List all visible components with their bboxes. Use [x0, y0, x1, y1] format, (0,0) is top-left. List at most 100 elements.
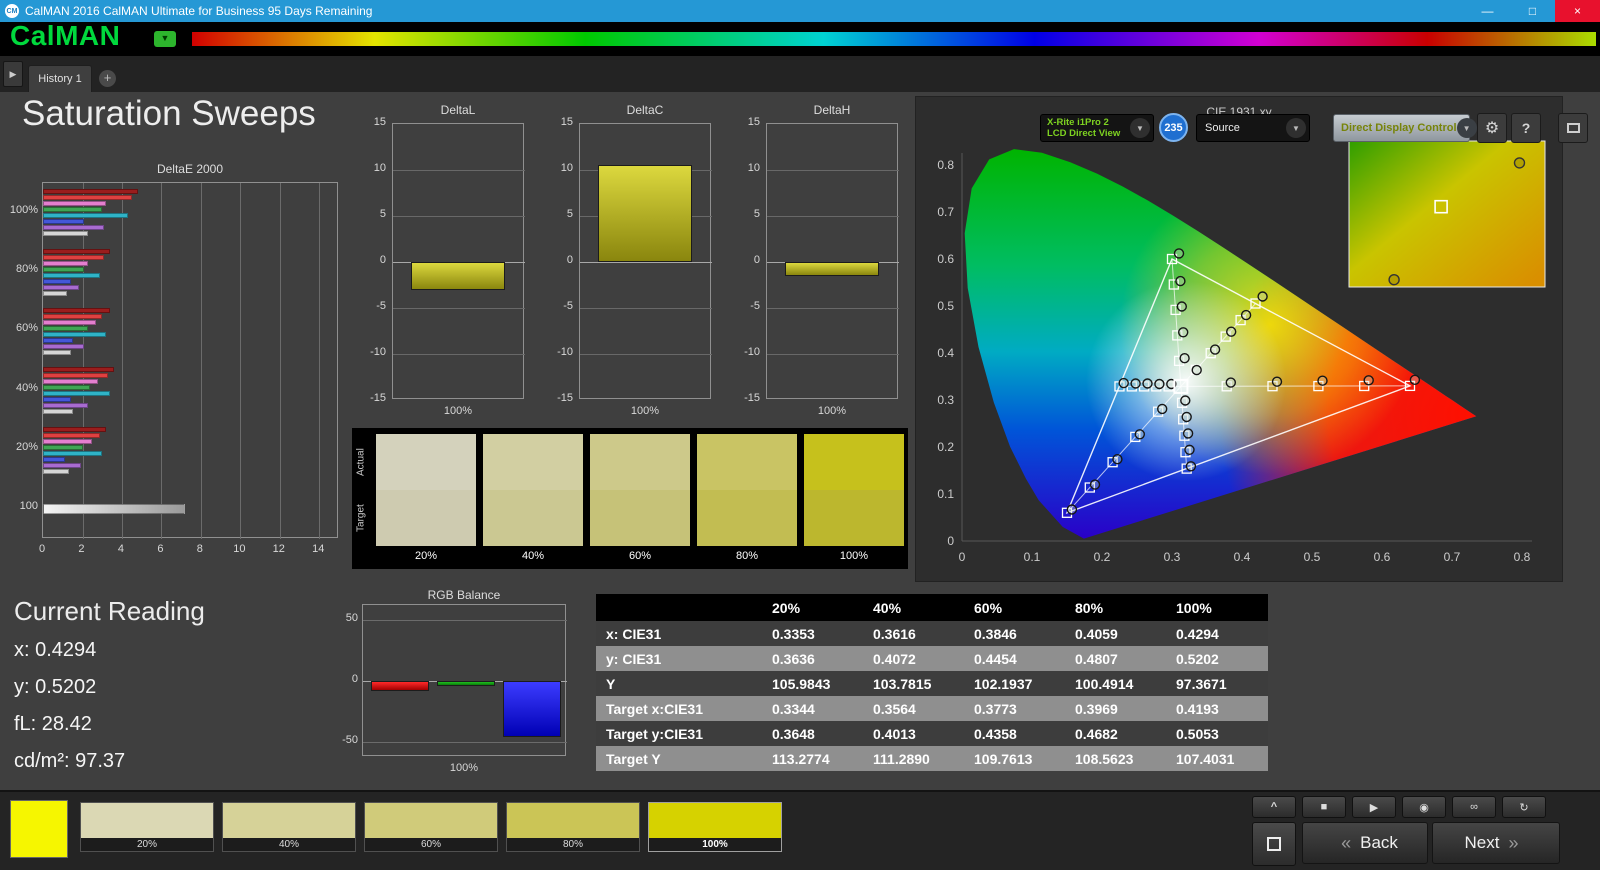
settings-button[interactable]: ⚙: [1477, 113, 1507, 143]
tab-history-1[interactable]: History 1: [28, 65, 92, 92]
deltae-bar: [43, 426, 107, 432]
table-cell: 113.2774: [772, 750, 830, 767]
y-axis-label: 0.2: [937, 440, 954, 454]
play-button[interactable]: ▶: [1352, 796, 1396, 818]
gridline: [393, 170, 525, 171]
x-axis-label: 14: [312, 543, 325, 555]
delta-bar: [598, 165, 692, 262]
chevron-down-icon[interactable]: ▼: [1456, 118, 1477, 138]
table-row: y: CIE31 0.3636 0.4072 0.4454 0.4807 0.5202: [596, 646, 1268, 671]
deltae-bar: [43, 343, 85, 349]
x-axis-label: 0.3: [1164, 550, 1181, 564]
help-icon: ?: [1521, 120, 1531, 136]
meter-dropdown[interactable]: X-Rite i1Pro 2 LCD Direct View ▼: [1040, 114, 1154, 142]
table-cell: 97.3671: [1176, 675, 1227, 692]
delta-chart-title: DeltaH: [813, 103, 851, 117]
gridline: [319, 183, 321, 539]
delta-bar: [785, 262, 879, 276]
current-reading-values: x: 0.4294 y: 0.5202 fL: 28.42 cd/m²: 97.37: [14, 639, 314, 773]
next-button[interactable]: Next »: [1432, 822, 1560, 864]
tile-label: 60%: [365, 838, 497, 851]
deltae-bar: [43, 325, 89, 331]
layout-panel-button[interactable]: [1558, 113, 1588, 143]
saturation-tile-20%[interactable]: 20%: [80, 802, 214, 852]
rgb-balance-title: RGB Balance: [427, 588, 501, 602]
y-axis-label: -5: [563, 300, 573, 312]
saturation-tile-40%[interactable]: 40%: [222, 802, 356, 852]
x-axis-label: 10: [233, 543, 246, 555]
meter-reading-badge: 235: [1159, 113, 1188, 142]
deltae-plot: [42, 182, 338, 539]
y-axis-label: 60%: [15, 322, 38, 335]
help-button[interactable]: ?: [1511, 113, 1541, 143]
target-swatch: [697, 490, 797, 546]
rgb-plot: [362, 604, 567, 756]
gridline: [580, 354, 712, 355]
title-bar: CM CalMAN 2016 CalMAN Ultimate for Busin…: [0, 0, 1600, 22]
stop-button[interactable]: ■: [1302, 796, 1346, 818]
maximize-button[interactable]: □: [1510, 0, 1555, 22]
x-axis-label: 8: [196, 543, 203, 555]
table-cell: 0.3564: [873, 700, 916, 717]
delta-chart-deltal: DeltaL 15 10 5 0 -5 -10 -15 100%: [358, 103, 544, 433]
deltae-bar: [43, 313, 103, 319]
workflow-play-button[interactable]: ▶: [3, 61, 23, 87]
pattern-window-button[interactable]: [1252, 822, 1296, 866]
add-tab-button[interactable]: +: [99, 70, 116, 87]
logo-dropdown-button[interactable]: ▼: [154, 31, 176, 47]
y-axis-label: 0.7: [937, 205, 954, 219]
x-axis-label: 0.1: [1024, 550, 1041, 564]
target-swatch: [376, 490, 476, 546]
x-axis-label: 0.8: [1514, 550, 1531, 564]
y-axis-label: 0.1: [937, 487, 954, 501]
x-axis-label: 4: [117, 543, 124, 555]
x-axis-label: 12: [272, 543, 285, 555]
cie-plot: 0 0.1 0.2 0.3 0.4 0.5 0.6 0.7 0.8 0 0.1 0.2 0.3 0.4 0.…: [937, 140, 1546, 564]
window-controls: — □ ×: [1465, 0, 1600, 22]
x-axis-label: 0.4: [1234, 550, 1251, 564]
actual-swatch: [376, 434, 476, 490]
gridline: [393, 216, 525, 217]
x-axis-label: 6: [157, 543, 164, 555]
saturation-tile-80%[interactable]: 80%: [506, 802, 640, 852]
x-axis-label: 0.2: [1094, 550, 1111, 564]
deltae-bar: [43, 403, 89, 409]
back-button[interactable]: « Back: [1302, 822, 1428, 864]
saturation-tile-100%[interactable]: 100%: [648, 802, 782, 852]
tile-color: [223, 803, 355, 838]
table-column-header: 20%: [772, 599, 801, 616]
current-reading-line: x: 0.4294: [14, 639, 97, 661]
table-cell: 0.4682: [1075, 725, 1118, 742]
table-column-header: 80%: [1075, 599, 1104, 616]
display-control-label: Direct Display Control: [1341, 122, 1457, 134]
minimize-button[interactable]: —: [1465, 0, 1510, 22]
deltae-bar: [43, 195, 132, 201]
collapse-button[interactable]: ^: [1252, 796, 1296, 818]
source-dropdown[interactable]: Source ▼: [1196, 114, 1310, 142]
table-row: Target y:CIE31 0.3648 0.4013 0.4358 0.4682 0.…: [596, 721, 1268, 746]
actual-target-swatch-panel: Actual Target 20% 40% 60% 80% 100%: [352, 428, 908, 569]
close-button[interactable]: ×: [1555, 0, 1600, 22]
display-control-dropdown[interactable]: Direct Display Control ▼: [1333, 114, 1477, 142]
x-axis-label: 0.5: [1304, 550, 1321, 564]
refresh-button[interactable]: ↻: [1502, 796, 1546, 818]
table-cell: 0.3648: [772, 725, 815, 742]
table-cell: 102.1937: [974, 675, 1033, 692]
delta-chart-deltac: DeltaC 15 10 5 0 -5 -10 -15 100%: [545, 103, 731, 433]
saturation-tile-60%[interactable]: 60%: [364, 802, 498, 852]
gear-icon: ⚙: [1484, 120, 1500, 137]
chevron-left-icon: «: [1341, 832, 1352, 853]
record-button[interactable]: ◉: [1402, 796, 1446, 818]
x-axis-label: 0: [38, 543, 46, 555]
continuous-button[interactable]: ∞: [1452, 796, 1496, 818]
gridline: [767, 354, 899, 355]
y-axis-label: 40%: [15, 381, 38, 394]
table-cell: 0.3773: [974, 700, 1017, 717]
gridline: [200, 183, 202, 539]
bottom-bar: ^ « Back Next » 20% 40% 60% 80% 100% ■ ▶ ◉ ∞ ↻: [0, 790, 1600, 870]
chevron-down-icon[interactable]: ▼: [1130, 118, 1150, 138]
table-cell: 0.3353: [772, 625, 815, 642]
table-row-label: Y: [606, 675, 616, 692]
target-swatch: [804, 490, 904, 546]
chevron-down-icon[interactable]: ▼: [1286, 118, 1306, 138]
